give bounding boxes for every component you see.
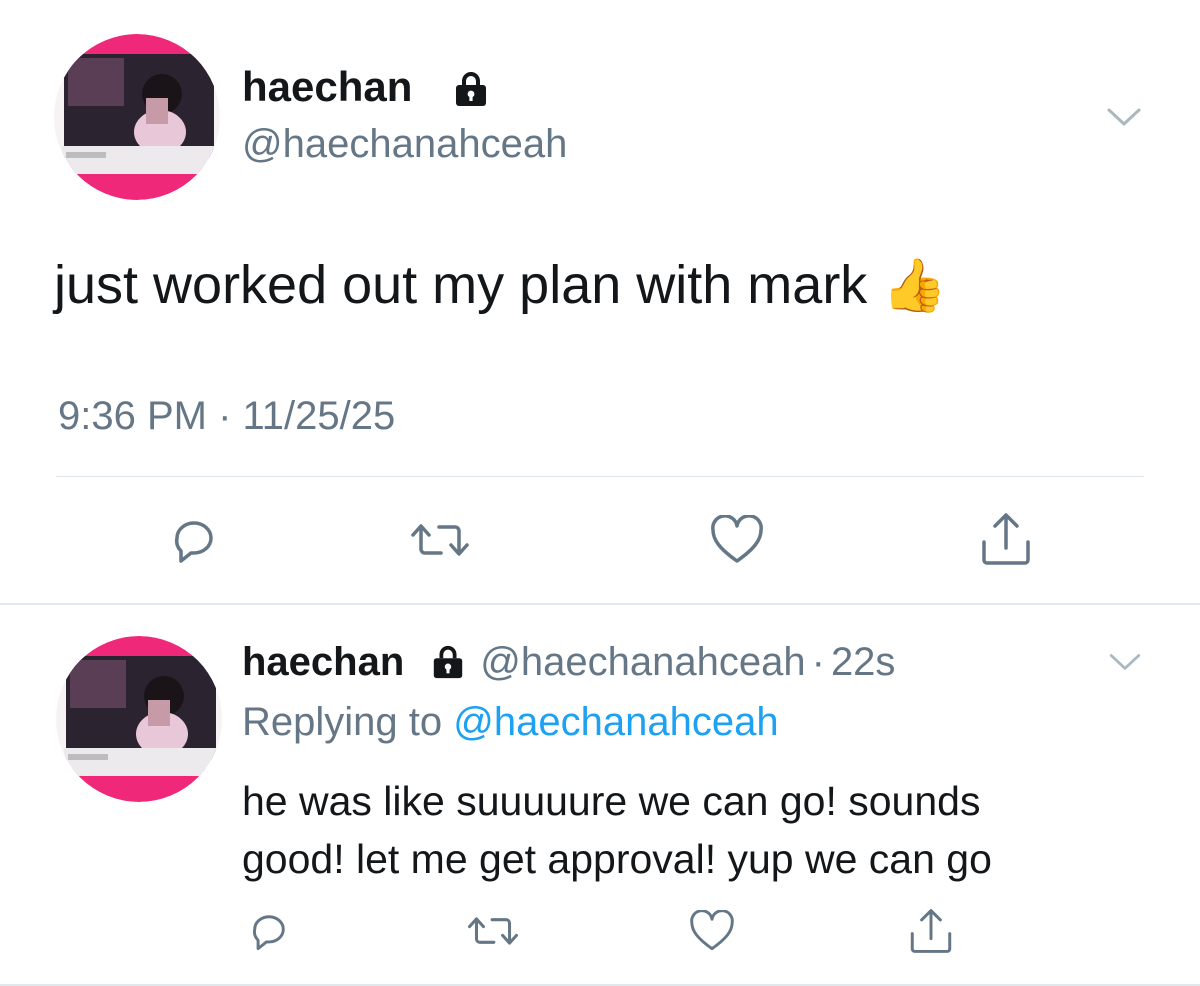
avatar-image	[54, 34, 220, 200]
avatar[interactable]	[56, 636, 222, 802]
share-button[interactable]	[906, 904, 956, 958]
chevron-down-icon[interactable]	[1106, 104, 1142, 128]
reply-text-line: good! let me get approval! yup we can go	[242, 836, 992, 882]
tweet-age[interactable]: 22s	[831, 640, 896, 685]
tweet-separator	[0, 603, 1200, 605]
avatar[interactable]	[54, 34, 220, 200]
retweet-button[interactable]	[408, 512, 472, 568]
reply-text: he was like suuuuure we can go! sounds g…	[242, 772, 992, 888]
reply-button[interactable]	[244, 906, 294, 956]
handle[interactable]: @haechanahceah	[242, 119, 567, 169]
retweet-button[interactable]	[464, 908, 522, 954]
heart-icon	[710, 515, 764, 565]
thumbs-up-emoji: 👍	[882, 257, 948, 315]
share-icon	[908, 906, 954, 956]
chevron-down-icon[interactable]	[1108, 650, 1142, 672]
main-tweet: haechan @haechanahceah just worked out m…	[0, 0, 1200, 604]
retweet-icon	[466, 911, 520, 951]
replying-to: Replying to @haechanahceah	[242, 698, 779, 746]
retweet-icon	[409, 517, 471, 563]
reply-icon	[248, 910, 290, 952]
tweet-text: just worked out my plan with mark 👍	[54, 252, 947, 319]
lock-icon	[430, 644, 466, 680]
share-button[interactable]	[976, 508, 1036, 570]
replying-to-label: Replying to	[242, 700, 443, 744]
tweet-text-body: just worked out my plan with mark	[54, 255, 868, 315]
lock-icon	[452, 70, 490, 108]
like-button[interactable]	[686, 906, 738, 956]
reply-text-line: he was like suuuuure we can go! sounds	[242, 778, 981, 824]
reply-icon	[169, 515, 219, 565]
dot-separator: ·	[811, 639, 825, 684]
display-name[interactable]: haechan	[242, 62, 412, 112]
reply-tweet[interactable]: haechan @haechanahceah · 22s Replying to…	[0, 606, 1200, 986]
like-button[interactable]	[706, 510, 768, 570]
display-name[interactable]: haechan	[242, 640, 404, 685]
reply-button[interactable]	[166, 512, 222, 568]
replying-to-handle[interactable]: @haechanahceah	[453, 700, 778, 744]
share-icon	[979, 510, 1033, 568]
heart-icon	[689, 910, 735, 952]
handle[interactable]: @haechanahceah	[480, 640, 805, 685]
timestamp[interactable]: 9:36 PM · 11/25/25	[58, 392, 395, 440]
divider	[56, 476, 1144, 477]
reply-header: haechan @haechanahceah · 22s	[242, 636, 895, 688]
avatar-image	[56, 636, 222, 802]
